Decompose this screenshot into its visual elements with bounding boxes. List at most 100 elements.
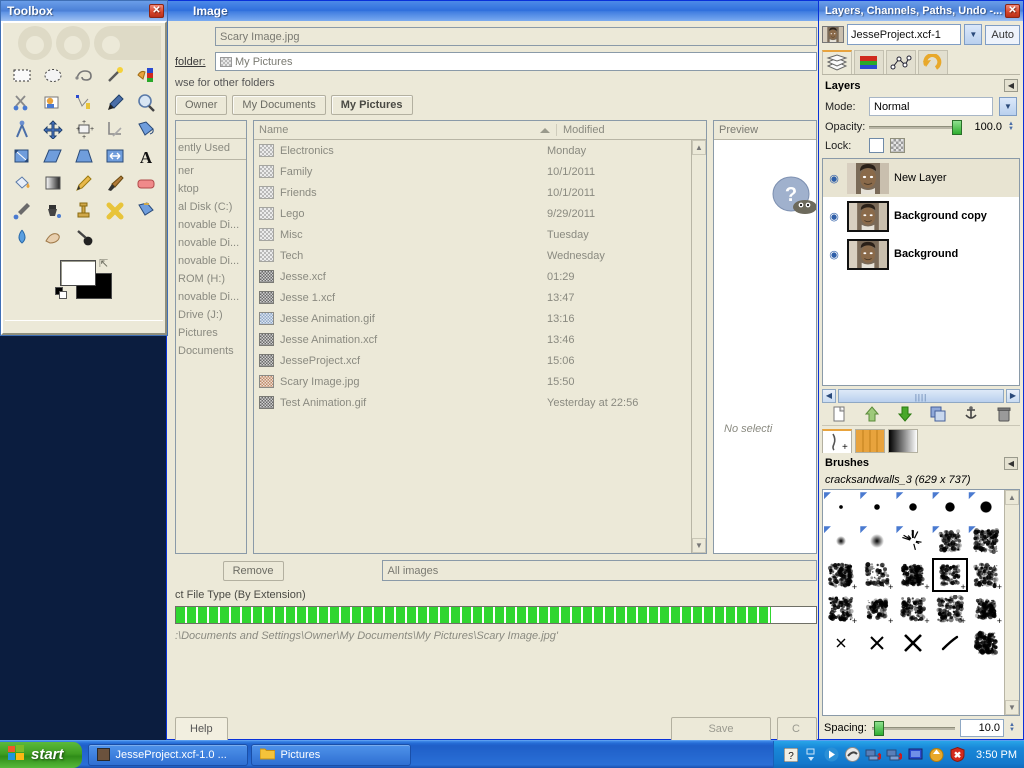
brush-texture-4[interactable]: + bbox=[932, 592, 968, 626]
tab-channels[interactable] bbox=[854, 50, 884, 74]
brush-hardness-2[interactable]: ◤ bbox=[859, 490, 895, 524]
scroll-right-button[interactable]: ▶ bbox=[1006, 388, 1020, 403]
media-player-icon[interactable] bbox=[823, 747, 839, 763]
spacing-slider-knob[interactable] bbox=[873, 721, 884, 736]
brush-fuzzy-2[interactable]: ◤ bbox=[859, 524, 895, 558]
antivirus-icon[interactable] bbox=[844, 747, 860, 763]
paths-tool[interactable] bbox=[69, 89, 100, 116]
folder-input[interactable]: My Pictures bbox=[215, 52, 817, 71]
tab-paths[interactable] bbox=[886, 50, 916, 74]
paintbrush-tool[interactable] bbox=[99, 170, 130, 197]
sidebar-item-documents[interactable]: Documents bbox=[176, 342, 246, 360]
sidebar-item-recently-used[interactable]: ently Used bbox=[176, 139, 246, 157]
brush-cross-large[interactable] bbox=[895, 626, 931, 660]
fuzzy-select-tool[interactable] bbox=[99, 62, 130, 89]
layer-list-item[interactable]: ◉ Background copy bbox=[823, 197, 1019, 235]
layer-list-item[interactable]: ◉ Background bbox=[823, 235, 1019, 273]
hscroll-trough[interactable]: |||| bbox=[838, 388, 1004, 403]
bucket-fill-tool[interactable] bbox=[7, 170, 38, 197]
tab-gradients[interactable] bbox=[888, 428, 918, 453]
sidebar-item-removable-3[interactable]: novable Di... bbox=[176, 252, 246, 270]
brush-cross-medium[interactable] bbox=[859, 626, 895, 660]
brush-grunge-1[interactable]: ◤ bbox=[932, 524, 968, 558]
layer-list-hscrollbar[interactable]: ◀ |||| ▶ bbox=[822, 388, 1020, 404]
anchor-layer-button[interactable] bbox=[961, 405, 981, 423]
eye-icon[interactable]: ◉ bbox=[826, 172, 842, 185]
raise-layer-button[interactable] bbox=[862, 405, 882, 423]
sidebar-item-desktop[interactable]: ktop bbox=[176, 180, 246, 198]
browse-other-folders-expander[interactable]: wse for other folders bbox=[175, 77, 817, 89]
taskbar-item-gimp[interactable]: JesseProject.xcf-1.0 ... bbox=[87, 743, 248, 766]
sidebar-item-removable-1[interactable]: novable Di... bbox=[176, 216, 246, 234]
airbrush-tool[interactable] bbox=[7, 197, 38, 224]
rotate-tool[interactable] bbox=[130, 116, 161, 143]
spacing-value[interactable]: 10.0 bbox=[960, 719, 1004, 737]
network-disconnected-icon[interactable]: ✖ bbox=[865, 747, 881, 763]
security-alert-icon[interactable]: ✖ bbox=[949, 747, 965, 763]
table-row[interactable]: Scary Image.jpg 15:50 bbox=[254, 371, 691, 392]
layers-dock-titlebar[interactable]: Layers, Channels, Paths, Undo -... ✕ bbox=[819, 1, 1023, 21]
blend-gradient-tool[interactable] bbox=[38, 170, 69, 197]
tab-layers[interactable] bbox=[822, 50, 852, 74]
column-header-modified[interactable]: Modified bbox=[556, 124, 706, 136]
toolbox-titlebar[interactable]: Toolbox ✕ bbox=[1, 1, 167, 21]
table-row[interactable]: Misc Tuesday bbox=[254, 224, 691, 245]
perspective-tool[interactable] bbox=[69, 143, 100, 170]
ink-tool[interactable] bbox=[38, 197, 69, 224]
perspective-clone-tool[interactable] bbox=[130, 197, 161, 224]
lower-layer-button[interactable] bbox=[895, 405, 915, 423]
zoom-tool[interactable] bbox=[130, 89, 161, 116]
scroll-up-button[interactable]: ▲ bbox=[1005, 489, 1019, 505]
tab-brushes[interactable]: + bbox=[822, 428, 852, 453]
scroll-left-button[interactable]: ◀ bbox=[822, 388, 836, 403]
table-row[interactable]: Jesse Animation.gif 13:16 bbox=[254, 308, 691, 329]
brush-fuzzy-1[interactable]: ◤ bbox=[823, 524, 859, 558]
brush-hardness-1[interactable]: ◤ bbox=[823, 490, 859, 524]
close-icon[interactable]: ✕ bbox=[149, 4, 164, 18]
scroll-up-button[interactable]: ▲ bbox=[692, 140, 706, 155]
brush-texture-1[interactable]: + bbox=[823, 592, 859, 626]
tab-undo-history[interactable] bbox=[918, 50, 948, 74]
collapse-icon[interactable]: ◀ bbox=[1004, 456, 1018, 470]
eye-icon[interactable]: ◉ bbox=[826, 210, 842, 223]
sidebar-item-removable-4[interactable]: novable Di... bbox=[176, 288, 246, 306]
display-settings-icon[interactable] bbox=[907, 747, 923, 763]
brush-cracks-2[interactable]: + bbox=[859, 558, 895, 592]
brush-texture-5[interactable]: + bbox=[968, 592, 1004, 626]
brush-cracks-3[interactable]: + bbox=[895, 558, 931, 592]
spacing-stepper[interactable]: ▲ ▼ bbox=[1009, 722, 1018, 733]
text-tool[interactable]: A bbox=[130, 143, 161, 170]
brush-hardness-4[interactable]: ◤ bbox=[932, 490, 968, 524]
lock-alpha-icon[interactable] bbox=[890, 138, 905, 153]
show-hidden-icons-arrow[interactable] bbox=[804, 747, 818, 763]
sidebar-item-cd-rom-h[interactable]: ROM (H:) bbox=[176, 270, 246, 288]
scroll-down-button[interactable]: ▼ bbox=[692, 538, 706, 553]
move-tool[interactable] bbox=[38, 116, 69, 143]
save-dialog-titlebar[interactable]: Image bbox=[167, 1, 825, 21]
brush-cracksandwalls-3[interactable]: + bbox=[931, 557, 968, 592]
chevron-down-icon[interactable]: ▼ bbox=[999, 97, 1017, 116]
brush-hardness-3[interactable]: ◤ bbox=[895, 490, 931, 524]
table-row[interactable]: Jesse 1.xcf 13:47 bbox=[254, 287, 691, 308]
network-disconnected-icon-2[interactable]: ✖ bbox=[886, 747, 902, 763]
sidebar-item-owner[interactable]: ner bbox=[176, 162, 246, 180]
table-row[interactable]: Friends 10/1/2011 bbox=[254, 182, 691, 203]
color-picker-tool[interactable] bbox=[99, 89, 130, 116]
new-layer-button[interactable] bbox=[829, 405, 849, 423]
brush-sparks[interactable]: ◤ bbox=[895, 524, 931, 558]
sidebar-item-drive-j[interactable]: Drive (J:) bbox=[176, 306, 246, 324]
duplicate-layer-button[interactable] bbox=[928, 405, 948, 423]
opacity-stepper[interactable]: ▲ ▼ bbox=[1008, 121, 1017, 132]
eye-icon[interactable]: ◉ bbox=[826, 248, 842, 261]
brush-texture-3[interactable]: + bbox=[895, 592, 931, 626]
filename-input[interactable]: Scary Image.jpg bbox=[215, 27, 817, 46]
breadcrumb-my-documents[interactable]: My Documents bbox=[232, 95, 326, 115]
brush-cracks-1[interactable]: + bbox=[823, 558, 859, 592]
brush-cracks-5[interactable]: + bbox=[968, 558, 1004, 592]
sidebar-item-local-disk-c[interactable]: al Disk (C:) bbox=[176, 198, 246, 216]
auto-button[interactable]: Auto bbox=[985, 24, 1020, 45]
file-filter-select[interactable]: All images bbox=[381, 560, 817, 581]
delete-layer-button[interactable] bbox=[994, 405, 1014, 423]
taskbar-item-pictures[interactable]: Pictures bbox=[250, 743, 411, 766]
flip-tool[interactable] bbox=[99, 143, 130, 170]
